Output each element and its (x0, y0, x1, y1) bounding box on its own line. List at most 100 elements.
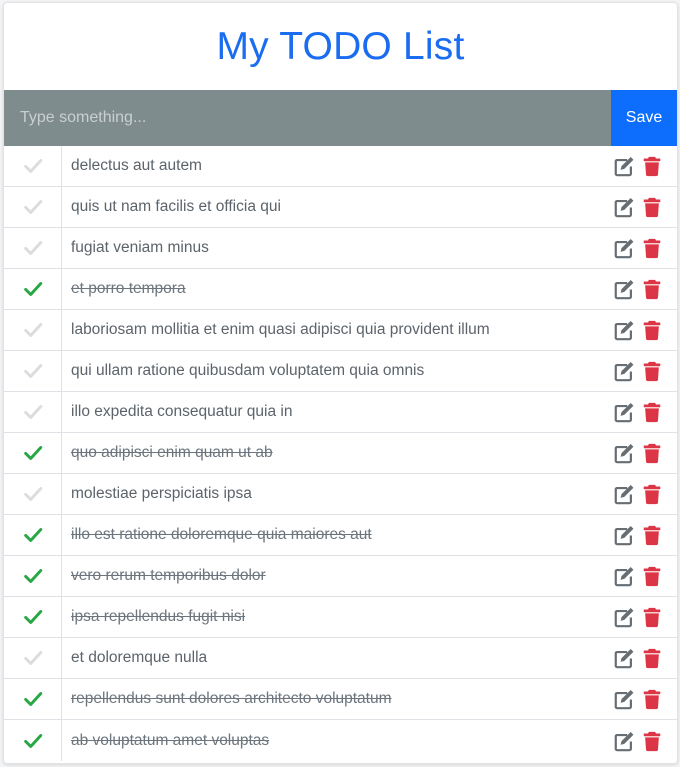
todo-item: fugiat veniam minus (4, 228, 677, 269)
check-icon (23, 446, 42, 460)
edit-button[interactable] (613, 606, 635, 628)
edit-button[interactable] (613, 278, 635, 300)
todo-item: illo est ratione doloremque quia maiores… (4, 515, 677, 556)
toggle-complete-button[interactable] (4, 392, 62, 432)
edit-icon (614, 526, 634, 546)
delete-button[interactable] (641, 401, 663, 423)
edit-button[interactable] (613, 360, 635, 382)
todo-item: delectus aut autem (4, 146, 677, 187)
check-icon (23, 692, 42, 706)
toggle-complete-button[interactable] (4, 597, 62, 637)
toggle-complete-button[interactable] (4, 556, 62, 596)
todo-actions (613, 606, 677, 628)
todo-text: vero rerum temporibus dolor (71, 567, 266, 584)
edit-button[interactable] (613, 730, 635, 752)
todo-actions (613, 442, 677, 464)
toggle-complete-button[interactable] (4, 269, 62, 309)
toggle-complete-button[interactable] (4, 351, 62, 391)
delete-button[interactable] (641, 688, 663, 710)
trash-icon (643, 156, 661, 177)
toggle-complete-button[interactable] (4, 228, 62, 268)
todo-actions (613, 730, 677, 752)
trash-icon (643, 238, 661, 259)
todo-item: laboriosam mollitia et enim quasi adipis… (4, 310, 677, 351)
todo-actions (613, 524, 677, 546)
todo-actions (613, 360, 677, 382)
delete-button[interactable] (641, 196, 663, 218)
edit-button[interactable] (613, 401, 635, 423)
delete-button[interactable] (641, 278, 663, 300)
todo-list: delectus aut autem quis ut nam facilis e… (4, 146, 677, 761)
edit-button[interactable] (613, 565, 635, 587)
save-button[interactable]: Save (611, 90, 677, 146)
toggle-complete-button[interactable] (4, 679, 62, 719)
toggle-complete-button[interactable] (4, 187, 62, 227)
todo-item: quo adipisci enim quam ut ab (4, 433, 677, 474)
delete-button[interactable] (641, 319, 663, 341)
todo-item: ipsa repellendus fugit nisi (4, 597, 677, 638)
todo-text: illo est ratione doloremque quia maiores… (71, 526, 372, 543)
toggle-complete-button[interactable] (4, 638, 62, 678)
edit-icon (614, 362, 634, 382)
toggle-complete-button[interactable] (4, 433, 62, 473)
edit-button[interactable] (613, 442, 635, 464)
edit-button[interactable] (613, 319, 635, 341)
check-icon (23, 200, 42, 214)
delete-button[interactable] (641, 155, 663, 177)
delete-button[interactable] (641, 524, 663, 546)
check-icon (23, 733, 42, 748)
edit-icon (614, 157, 634, 177)
edit-icon (614, 731, 634, 751)
trash-icon (643, 279, 661, 300)
todo-text: et doloremque nulla (71, 649, 208, 666)
edit-icon (614, 321, 634, 341)
todo-text: delectus aut autem (71, 157, 202, 174)
trash-icon (643, 361, 661, 382)
trash-icon (643, 443, 661, 464)
todo-actions (613, 483, 677, 505)
edit-button[interactable] (613, 688, 635, 710)
edit-icon (614, 198, 634, 218)
edit-button[interactable] (613, 237, 635, 259)
check-icon (23, 241, 42, 255)
toggle-complete-button[interactable] (4, 474, 62, 514)
edit-button[interactable] (613, 196, 635, 218)
delete-button[interactable] (641, 730, 663, 752)
trash-icon (643, 484, 661, 505)
todo-actions (613, 688, 677, 710)
check-icon (23, 487, 42, 501)
edit-button[interactable] (613, 155, 635, 177)
todo-text: qui ullam ratione quibusdam voluptatem q… (71, 362, 425, 379)
delete-button[interactable] (641, 647, 663, 669)
trash-icon (643, 566, 661, 587)
edit-button[interactable] (613, 647, 635, 669)
trash-icon (643, 607, 661, 628)
trash-icon (643, 648, 661, 669)
todo-actions (613, 565, 677, 587)
todo-item: et doloremque nulla (4, 638, 677, 679)
trash-icon (643, 197, 661, 218)
delete-button[interactable] (641, 360, 663, 382)
delete-button[interactable] (641, 606, 663, 628)
check-icon (23, 282, 42, 296)
toggle-complete-button[interactable] (4, 720, 62, 761)
todo-text: fugiat veniam minus (71, 239, 209, 256)
toggle-complete-button[interactable] (4, 515, 62, 555)
new-todo-input[interactable] (4, 90, 611, 146)
edit-button[interactable] (613, 524, 635, 546)
check-icon (23, 610, 42, 624)
edit-icon (614, 649, 634, 669)
delete-button[interactable] (641, 483, 663, 505)
check-icon (23, 405, 42, 419)
todo-text: quo adipisci enim quam ut ab (71, 444, 273, 461)
edit-icon (614, 690, 634, 710)
delete-button[interactable] (641, 237, 663, 259)
toggle-complete-button[interactable] (4, 310, 62, 350)
delete-button[interactable] (641, 442, 663, 464)
todo-text: ipsa repellendus fugit nisi (71, 608, 246, 625)
check-icon (23, 651, 42, 665)
delete-button[interactable] (641, 565, 663, 587)
todo-item: qui ullam ratione quibusdam voluptatem q… (4, 351, 677, 392)
toggle-complete-button[interactable] (4, 146, 62, 186)
edit-button[interactable] (613, 483, 635, 505)
